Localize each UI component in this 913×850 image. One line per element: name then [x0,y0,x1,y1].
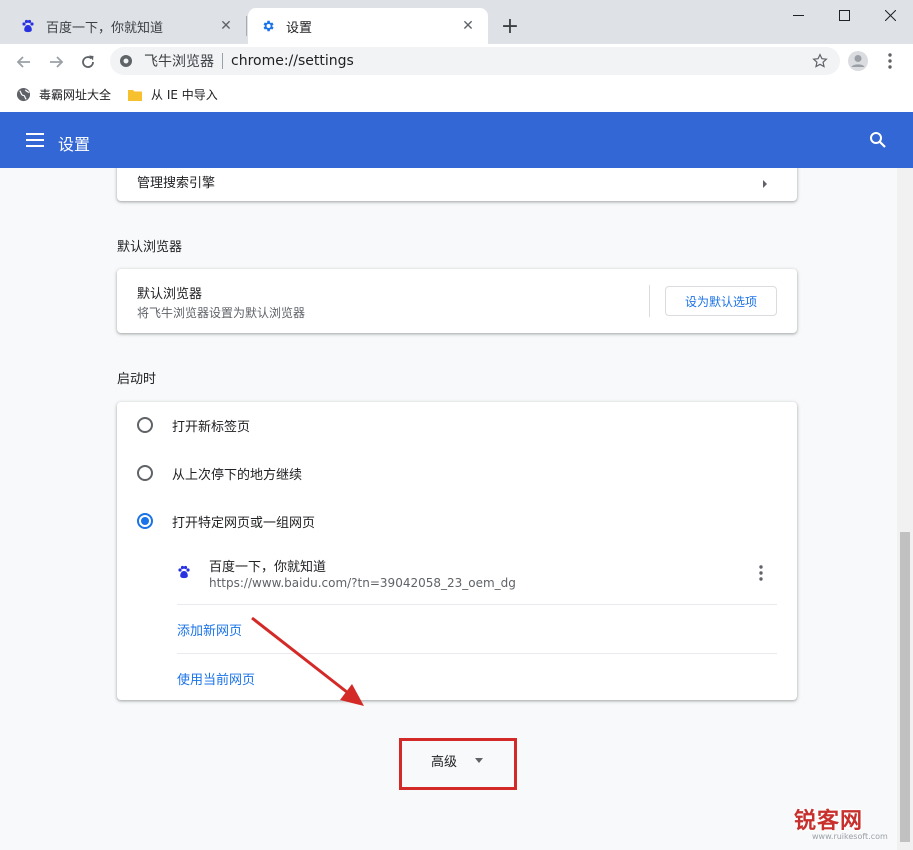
radio-label: 打开新标签页 [172,419,251,435]
tab-separator [246,16,247,36]
globe-icon [15,87,31,103]
chevron-right-icon[interactable] [761,174,769,188]
radio-button[interactable] [137,417,153,433]
search-engine-card: 管理搜索引擎 [117,168,797,201]
bookmark-label: 毒霸网址大全 [39,88,112,102]
startup-page-entry: 百度一下，你就知道 https://www.baidu.com/?tn=3904… [177,552,777,602]
default-browser-description: 将飞牛浏览器设置为默认浏览器 [137,306,306,320]
site-info-icon[interactable] [118,53,134,69]
more-vert-icon[interactable] [755,564,767,582]
section-title-on-startup: 启动时 [117,372,157,387]
startup-option-specific-pages[interactable]: 打开特定网页或一组网页 [137,509,315,533]
hamburger-menu-icon[interactable] [26,132,44,148]
tab-title: 设置 [286,20,313,36]
browser-menu-icon[interactable] [884,51,896,71]
address-bar[interactable]: 飞牛浏览器 chrome://settings [110,47,840,75]
radio-label: 打开特定网页或一组网页 [172,515,316,531]
on-startup-card: 打开新标签页 从上次停下的地方继续 打开特定网页或一组网页 百度一下，你就知道 … [117,402,797,700]
startup-page-url: https://www.baidu.com/?tn=39042058_23_oe… [209,576,516,590]
forward-arrow-icon[interactable] [44,50,68,74]
back-arrow-icon[interactable] [12,50,36,74]
url-text[interactable]: chrome://settings [231,53,354,69]
bookmark-label: 从 IE 中导入 [151,88,218,102]
default-browser-card: 默认浏览器 将飞牛浏览器设置为默认浏览器 设为默认选项 [117,269,797,333]
radio-button-selected[interactable] [137,513,153,529]
baidu-paw-icon [20,18,36,34]
row-divider [177,604,777,605]
tab-title: 百度一下，你就知道 [46,20,164,36]
startup-option-new-tab[interactable]: 打开新标签页 [137,413,250,437]
new-tab-icon[interactable]: + [498,14,522,39]
page-title: 设置 [58,135,91,154]
scrollbar-thumb[interactable] [900,532,910,842]
startup-page-title: 百度一下，你就知道 [209,560,327,575]
folder-icon [127,87,143,103]
watermark-url: www.ruikesoft.com [812,832,888,841]
tab-settings[interactable]: 设置 ✕ [248,8,488,44]
vertical-divider [649,285,650,317]
maximize-icon[interactable] [821,0,867,30]
close-window-icon[interactable] [867,0,913,30]
annotation-highlight-box [399,738,517,790]
bookmark-star-icon[interactable] [812,53,828,73]
close-tab-icon[interactable]: ✕ [218,18,234,34]
bookmarks-bar: 毒霸网址大全 从 IE 中导入 [0,80,913,110]
default-browser-label: 默认浏览器 [137,287,203,302]
settings-header [0,112,913,168]
add-new-page-link[interactable]: 添加新网页 [177,620,242,639]
bookmark-import-ie[interactable]: 从 IE 中导入 [127,86,218,103]
minimize-icon[interactable] [775,0,821,30]
search-icon[interactable] [869,131,887,149]
tab-baidu[interactable]: 百度一下，你就知道 ✕ [8,8,246,44]
radio-label: 从上次停下的地方继续 [172,467,303,483]
omnibox-divider [222,53,223,69]
close-tab-icon[interactable]: ✕ [460,18,476,34]
site-name: 飞牛浏览器 [144,54,214,70]
reload-icon[interactable] [76,50,100,74]
annotation-arrow-icon [251,616,364,706]
section-title-default-browser: 默认浏览器 [117,240,183,255]
radio-button[interactable] [137,465,153,481]
profile-avatar-icon[interactable] [847,50,869,72]
watermark-brand: 锐客网 [794,809,864,834]
baidu-paw-icon [177,564,193,580]
gear-icon [260,18,276,34]
manage-search-engines-link[interactable]: 管理搜索引擎 [137,172,215,191]
make-default-button[interactable]: 设为默认选项 [665,286,777,316]
startup-option-continue[interactable]: 从上次停下的地方继续 [137,461,302,485]
bookmark-duba[interactable]: 毒霸网址大全 [15,86,111,103]
use-current-pages-link[interactable]: 使用当前网页 [177,669,255,688]
